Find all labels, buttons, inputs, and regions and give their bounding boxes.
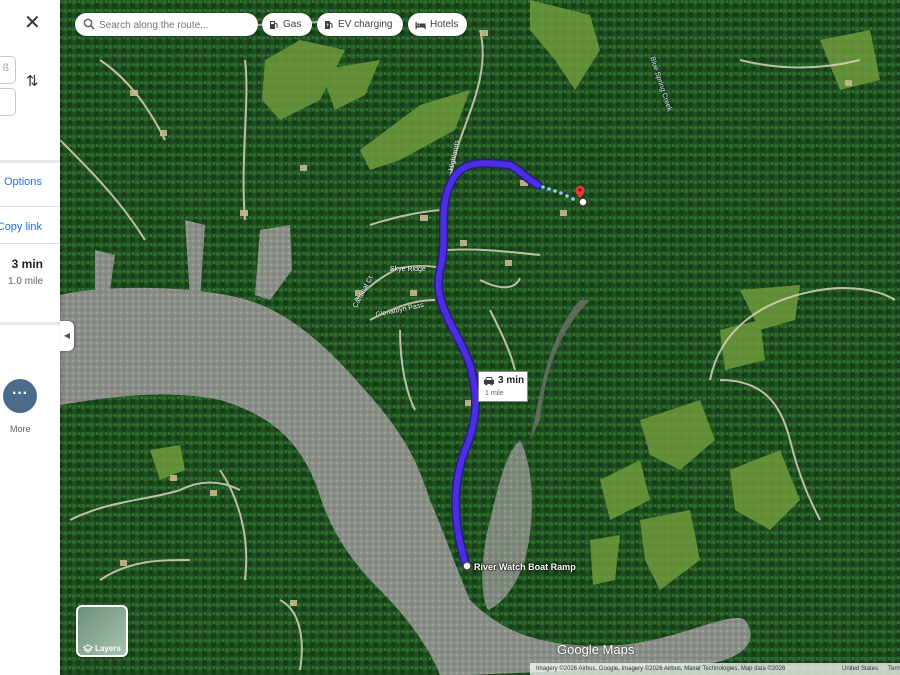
search-input[interactable] bbox=[97, 16, 256, 34]
attribution-bar: Imagery ©2026 Airbus, Google, Imagery ©2… bbox=[530, 663, 900, 675]
close-icon[interactable]: ✕ bbox=[24, 10, 41, 34]
search-bar[interactable] bbox=[75, 13, 258, 36]
chip-label: Gas bbox=[283, 19, 302, 30]
collapse-panel-button[interactable]: ◀ bbox=[60, 321, 74, 351]
more-button[interactable]: ··· bbox=[3, 379, 37, 413]
destination-field[interactable] bbox=[0, 88, 16, 116]
destination-label[interactable]: River Watch Boat Ramp bbox=[474, 562, 576, 572]
car-icon bbox=[484, 377, 494, 386]
attribution-text: Imagery ©2026 Airbus, Google, Imagery ©2… bbox=[536, 666, 786, 672]
layers-button[interactable]: Layers bbox=[76, 605, 128, 657]
satellite-map[interactable] bbox=[0, 0, 900, 675]
terms-link[interactable]: Terms bbox=[888, 663, 900, 675]
divider bbox=[0, 243, 60, 244]
route-time: 3 min bbox=[11, 257, 43, 271]
origin-field[interactable]: ß bbox=[0, 56, 16, 84]
divider bbox=[0, 206, 60, 207]
road-label: Skye Ridge bbox=[390, 266, 426, 273]
route-time-bubble[interactable]: 3 min 1 mile bbox=[478, 371, 528, 402]
gas-chip[interactable]: Gas bbox=[262, 13, 312, 36]
copy-link-button[interactable]: Copy link bbox=[0, 221, 42, 233]
chip-label: Hotels bbox=[430, 19, 459, 30]
divider bbox=[0, 322, 60, 325]
origin-point bbox=[462, 561, 472, 571]
hotel-icon bbox=[415, 20, 426, 30]
bubble-time: 3 min bbox=[498, 375, 525, 386]
more-label: More bbox=[10, 424, 31, 434]
search-icon bbox=[83, 18, 95, 30]
google-maps-logo: Google Maps bbox=[557, 642, 635, 657]
directions-panel: ✕ ß ⇅ Options Copy link 3 min 1.0 mile ·… bbox=[0, 0, 60, 675]
swap-icon[interactable]: ⇅ bbox=[26, 72, 39, 90]
region-label[interactable]: United States bbox=[842, 663, 878, 675]
field-indicator: ß bbox=[2, 63, 9, 74]
bubble-distance: 1 mile bbox=[485, 390, 504, 397]
route-distance: 1.0 mile bbox=[7, 276, 43, 287]
options-link[interactable]: Options bbox=[4, 176, 42, 188]
hotels-chip[interactable]: Hotels bbox=[408, 13, 467, 36]
layers-label: Layers bbox=[95, 644, 121, 653]
ev-charging-icon bbox=[324, 20, 334, 30]
chevron-left-icon: ◀ bbox=[63, 331, 71, 340]
more-icon: ··· bbox=[12, 385, 28, 402]
gas-station-icon bbox=[269, 20, 279, 30]
ev-charging-chip[interactable]: EV charging bbox=[317, 13, 403, 36]
layers-icon bbox=[83, 644, 93, 653]
chip-label: EV charging bbox=[338, 19, 393, 30]
divider bbox=[0, 160, 60, 163]
